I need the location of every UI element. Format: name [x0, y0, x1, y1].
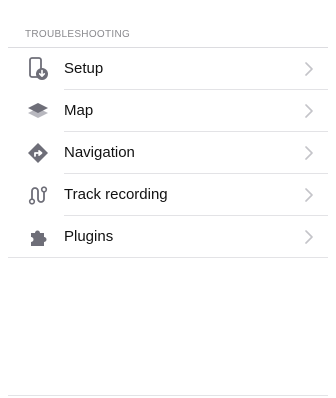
list-item-label: Track recording — [64, 186, 168, 203]
list-item-navigation[interactable]: Navigation — [0, 132, 336, 174]
troubleshooting-list: Setup Map Navigation Track recording Plu… — [0, 48, 336, 258]
list-item-plugins[interactable]: Plugins — [0, 216, 336, 258]
chevron-right-icon — [305, 146, 313, 160]
footer-divider — [8, 395, 328, 396]
list-item-label: Plugins — [64, 228, 114, 245]
chevron-right-icon — [305, 104, 313, 118]
list-item-setup[interactable]: Setup — [0, 48, 336, 90]
chevron-right-icon — [305, 230, 313, 244]
list-item-label: Setup — [64, 60, 104, 77]
setup-icon — [26, 57, 50, 81]
section-bottom-divider — [8, 257, 328, 258]
list-item-map[interactable]: Map — [0, 90, 336, 132]
plugins-icon — [26, 225, 50, 249]
list-item-track-recording[interactable]: Track recording — [0, 174, 336, 216]
map-layers-icon — [26, 99, 50, 123]
chevron-right-icon — [305, 188, 313, 202]
chevron-right-icon — [305, 62, 313, 76]
list-item-label: Navigation — [64, 144, 135, 161]
list-item-label: Map — [64, 102, 94, 119]
track-recording-icon — [26, 183, 50, 207]
navigation-icon — [26, 141, 50, 165]
section-header: TROUBLESHOOTING — [25, 29, 131, 40]
